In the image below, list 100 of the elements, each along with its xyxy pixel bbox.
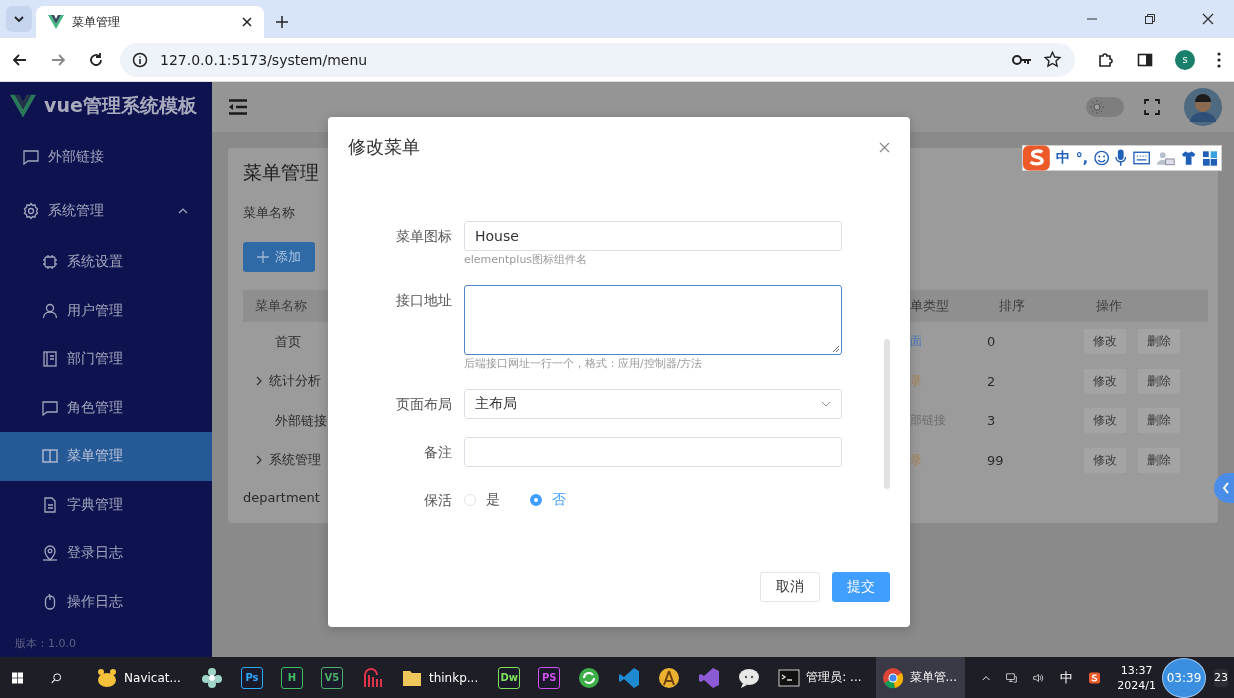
- help-text: 后端接口网址一行一个，格式：应用/控制器/方法: [464, 357, 704, 371]
- vue-logo-icon: [10, 94, 36, 118]
- delete-button[interactable]: 删除: [1138, 329, 1180, 355]
- grid-icon[interactable]: [1202, 150, 1217, 166]
- version-label: 版本：1.0.0: [14, 636, 77, 652]
- network-icon[interactable]: [1006, 670, 1018, 685]
- radio-option[interactable]: 是: [464, 491, 500, 509]
- star-icon[interactable]: [1044, 51, 1061, 68]
- book-icon: [41, 350, 59, 369]
- chevron-up-icon[interactable]: [981, 673, 991, 682]
- field-label: 页面布局: [395, 395, 453, 414]
- sidebar-item[interactable]: 系统管理: [0, 184, 212, 238]
- taskbar-app[interactable]: PS: [532, 657, 567, 698]
- recording-timer: 03:39: [1162, 657, 1207, 698]
- flower-icon: [201, 667, 222, 688]
- smiley-icon[interactable]: [1094, 150, 1110, 166]
- sidebar-item[interactable]: 系统设置: [0, 238, 212, 287]
- key-icon[interactable]: [1012, 53, 1032, 66]
- user-icon: [41, 301, 59, 320]
- expand-icon[interactable]: [255, 376, 263, 387]
- close-icon[interactable]: [242, 17, 252, 27]
- input-field[interactable]: House: [464, 221, 842, 251]
- edit-button[interactable]: 修改: [1084, 447, 1126, 473]
- fullscreen-icon[interactable]: [1144, 99, 1160, 115]
- reload-icon[interactable]: [88, 51, 104, 68]
- taskbar-app[interactable]: V5: [314, 657, 349, 698]
- address-field[interactable]: 127.0.0.1:5173/system/menu: [120, 42, 1075, 77]
- text-area[interactable]: [464, 285, 842, 355]
- delete-button[interactable]: 删除: [1138, 368, 1180, 394]
- sidebar-item[interactable]: 用户管理: [0, 286, 212, 335]
- info-icon: [132, 51, 148, 68]
- chat-icon: [41, 398, 59, 417]
- taskbar-app[interactable]: Dw: [492, 657, 527, 698]
- field-label: 菜单图标: [395, 227, 453, 246]
- table-cell: 外部链接: [275, 411, 327, 430]
- app-label: thinkp...: [428, 670, 479, 685]
- scrollbar-thumb[interactable]: [884, 339, 890, 489]
- forward-icon[interactable]: [50, 51, 66, 68]
- back-icon[interactable]: [12, 51, 28, 68]
- caret-icon: [13, 13, 25, 25]
- table-cell: 3: [987, 413, 996, 429]
- restore-icon[interactable]: [1144, 13, 1156, 25]
- table-cell: department: [243, 490, 320, 505]
- browser-icon: [882, 667, 903, 688]
- taskbar-app[interactable]: 菜单管...: [875, 657, 965, 698]
- taskbar-app[interactable]: Ps: [234, 657, 269, 698]
- folder-icon: [402, 670, 421, 686]
- taskbar-app[interactable]: H: [274, 657, 309, 698]
- person-icon[interactable]: [1156, 150, 1176, 166]
- windows-icon[interactable]: [12, 669, 24, 686]
- avatar[interactable]: [1184, 88, 1222, 126]
- chip-icon: [41, 253, 59, 272]
- browser-tab[interactable]: 菜单管理: [36, 6, 264, 38]
- punctuation-mode[interactable]: °,: [1075, 150, 1089, 166]
- sidebar-item[interactable]: 操作日志: [0, 577, 212, 626]
- tab-list-button[interactable]: [6, 6, 32, 32]
- menu-icon[interactable]: [1217, 51, 1221, 68]
- app-label: 管理员: ...: [806, 669, 862, 686]
- panel-icon: [41, 447, 59, 466]
- sidebar-item[interactable]: 外部链接: [0, 130, 212, 184]
- sogou-logo-icon[interactable]: [1023, 145, 1050, 171]
- side-panel-icon[interactable]: [1137, 51, 1153, 68]
- input-language[interactable]: 中: [1060, 668, 1074, 687]
- column-header: 排序: [999, 297, 1025, 315]
- resize-handle-icon[interactable]: [832, 345, 840, 353]
- sidebar-item[interactable]: 字典管理: [0, 480, 212, 529]
- keyboard-icon[interactable]: [1132, 151, 1151, 165]
- table-cell: 统计分析: [269, 372, 321, 391]
- sidebar-item[interactable]: 部门管理: [0, 335, 212, 384]
- shirt-icon[interactable]: [1181, 150, 1197, 166]
- code-editor-icon: [619, 667, 640, 688]
- sidebar-item[interactable]: 菜单管理: [0, 432, 212, 481]
- refresh-icon: [579, 667, 600, 688]
- cancel-button[interactable]: 取消: [760, 572, 820, 602]
- select-field[interactable]: 主布局: [464, 389, 842, 419]
- theme-switch[interactable]: [1086, 97, 1124, 117]
- new-tab-icon[interactable]: [276, 16, 288, 28]
- column-header: 菜单名称: [255, 297, 307, 315]
- fold-menu-icon[interactable]: [228, 99, 248, 115]
- edit-button[interactable]: 修改: [1084, 368, 1126, 394]
- edit-button[interactable]: 修改: [1084, 408, 1126, 434]
- sidebar-item[interactable]: 登录日志: [0, 529, 212, 578]
- puzzle-icon[interactable]: [1097, 50, 1115, 69]
- profile-avatar[interactable]: s: [1175, 49, 1195, 70]
- input-field[interactable]: [464, 437, 842, 467]
- microphone-icon[interactable]: [1115, 149, 1127, 167]
- taskbar-app[interactable]: thinkp...: [394, 657, 487, 698]
- edit-button[interactable]: 修改: [1084, 329, 1126, 355]
- delete-button[interactable]: 删除: [1138, 447, 1180, 473]
- close-icon[interactable]: [1202, 13, 1214, 25]
- notification-count[interactable]: 23: [1214, 668, 1229, 687]
- expand-icon[interactable]: [255, 455, 263, 466]
- sogou-icon[interactable]: [1089, 669, 1101, 686]
- taskbar-app[interactable]: 管理员: ...: [772, 657, 870, 698]
- sidebar-item[interactable]: 角色管理: [0, 383, 212, 432]
- app-icon: PS: [538, 666, 561, 689]
- ime-mode[interactable]: 中: [1055, 149, 1070, 167]
- taskbar-app[interactable]: Navicat...: [90, 657, 189, 698]
- sun-icon: [1090, 100, 1104, 114]
- delete-button[interactable]: 删除: [1138, 408, 1180, 434]
